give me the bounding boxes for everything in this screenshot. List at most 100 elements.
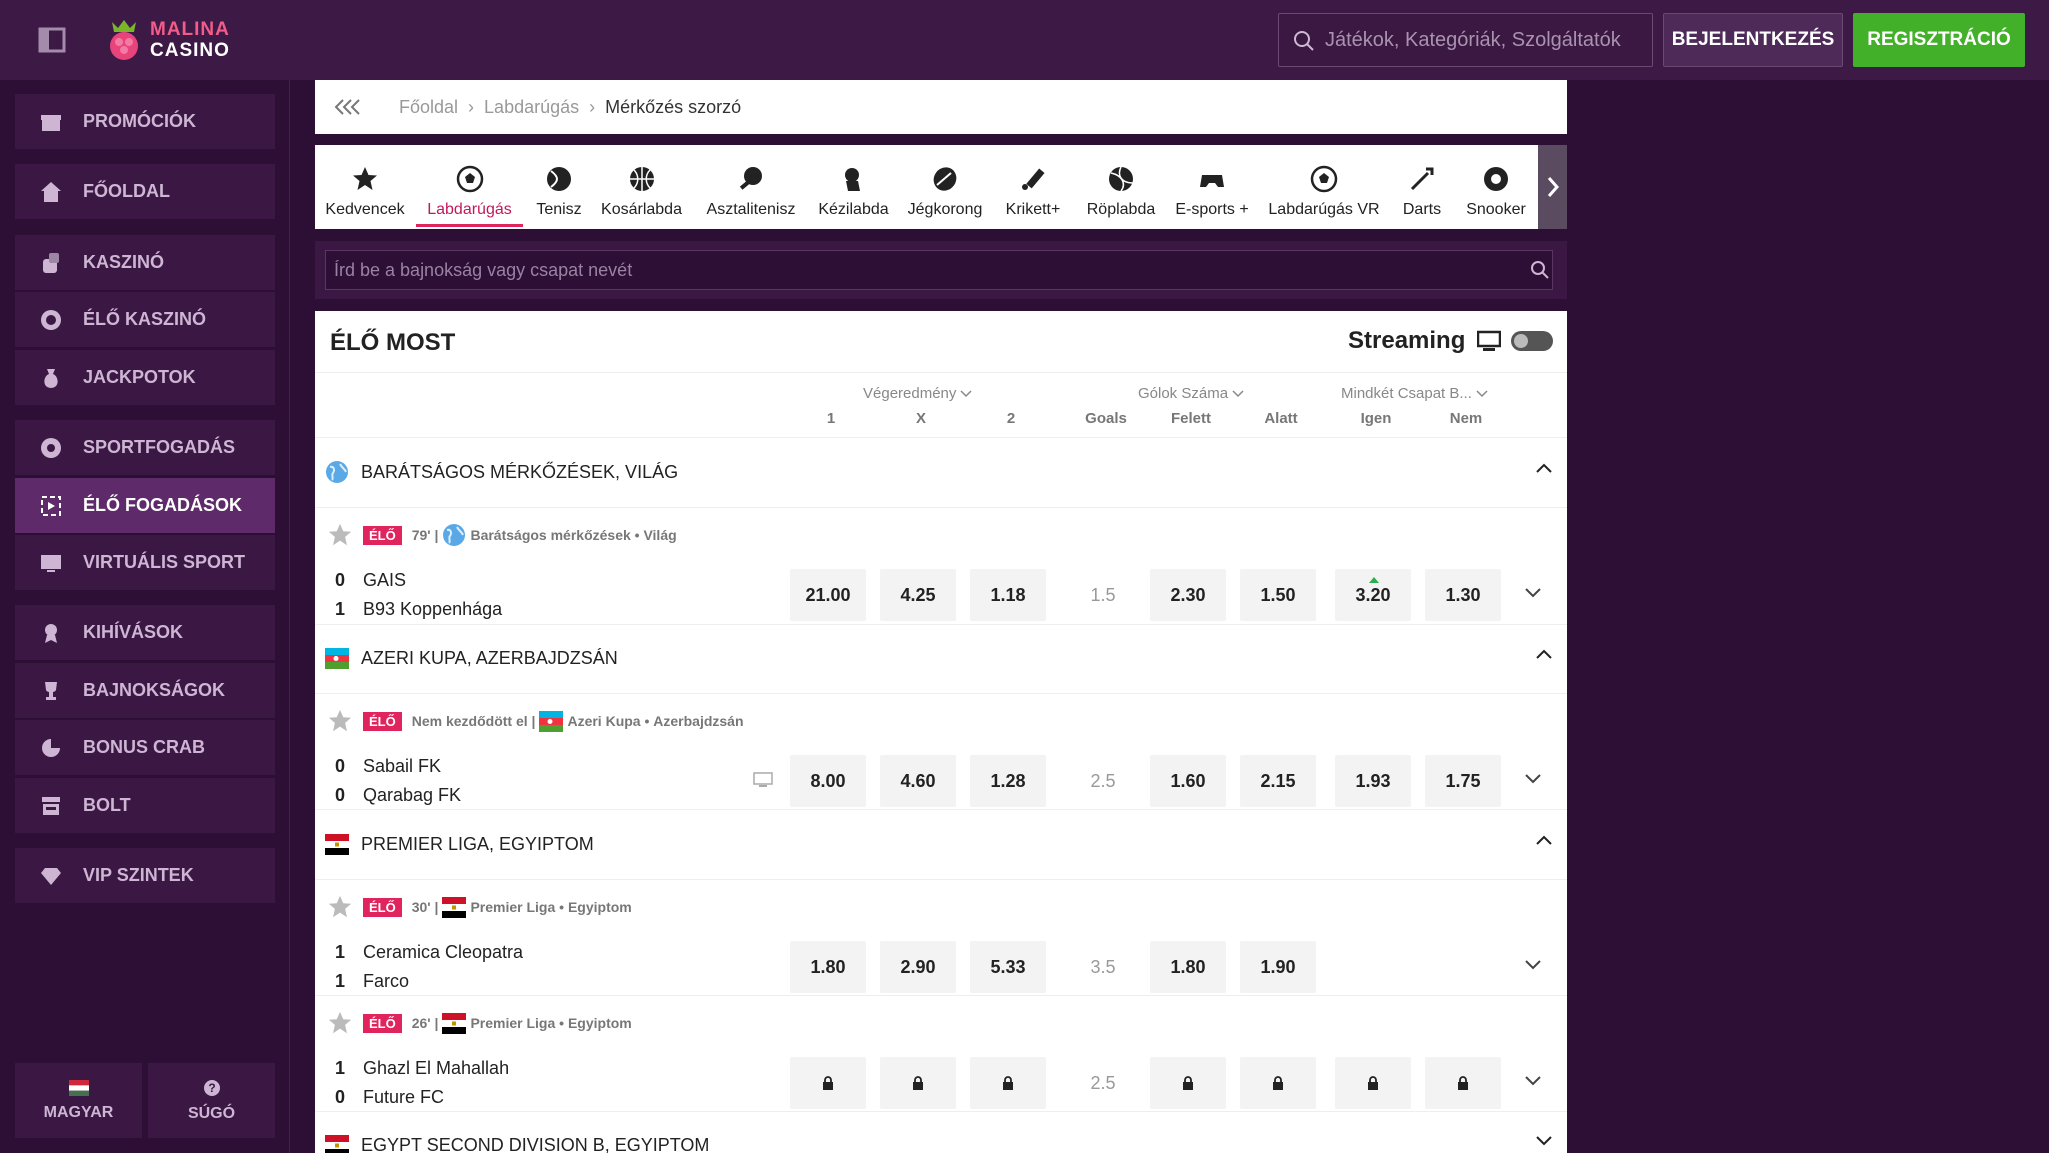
ball-icon: [39, 436, 63, 460]
odd-under[interactable]: 1.90: [1240, 941, 1316, 993]
expand-match-chevron-icon[interactable]: [1525, 774, 1541, 784]
market-result-select[interactable]: Végeredmény: [863, 385, 972, 402]
chevron-up-icon[interactable]: [1536, 649, 1552, 659]
search-icon[interactable]: [1530, 260, 1550, 280]
breadcrumb-football[interactable]: Labdarúgás: [484, 97, 579, 118]
register-button[interactable]: REGISZTRÁCIÓ: [1853, 13, 2025, 67]
odd-home[interactable]: 21.00: [790, 569, 866, 621]
expand-match-chevron-icon[interactable]: [1525, 960, 1541, 970]
league-header[interactable]: AZERI KUPA, AZERBAJDZSÁN: [315, 625, 1567, 691]
tab-football-vr[interactable]: Labdarúgás VR: [1267, 145, 1381, 229]
odd-under[interactable]: 1.50: [1240, 569, 1316, 621]
sports-scroll-right-icon[interactable]: [1538, 145, 1567, 229]
chevron-up-icon[interactable]: [1536, 463, 1552, 473]
sidebar-item-live-casino[interactable]: ÉLŐ KASZINÓ: [15, 292, 275, 347]
home-team[interactable]: 0 GAIS: [335, 570, 406, 591]
tab-hockey[interactable]: Jégkorong: [906, 145, 984, 229]
home-team[interactable]: 1 Ghazl El Mahallah: [335, 1058, 509, 1079]
sidebar-item-jackpots[interactable]: JACKPOTOK: [15, 350, 275, 405]
odd-over[interactable]: 1.80: [1150, 941, 1226, 993]
odd-away[interactable]: 1.18: [970, 569, 1046, 621]
login-button[interactable]: BEJELENTKEZÉS: [1663, 13, 1843, 67]
sidebar-item-vip-levels[interactable]: VIP SZINTEK: [15, 848, 275, 903]
sidebar-item-virtual-sports[interactable]: VIRTUÁLIS SPORT: [15, 535, 275, 590]
odd-no[interactable]: 1.30: [1425, 569, 1501, 621]
odd-away[interactable]: 5.33: [970, 941, 1046, 993]
crab-icon: [39, 736, 63, 760]
competition-name[interactable]: Azeri Kupa: [567, 713, 640, 729]
odd-yes[interactable]: 3.20: [1335, 569, 1411, 621]
tab-favorites[interactable]: Kedvencek: [325, 145, 405, 229]
divider: [315, 437, 1567, 438]
odd-away[interactable]: 1.28: [970, 755, 1046, 807]
away-team[interactable]: 0 Future FC: [335, 1087, 444, 1108]
sidebar-item-tournaments[interactable]: BAJNOKSÁGOK: [15, 663, 275, 718]
tennis-ball-icon: [545, 165, 573, 193]
tab-basketball[interactable]: Kosárlabda: [599, 145, 684, 229]
sidebar-item-challenges[interactable]: KIHÍVÁSOK: [15, 605, 275, 660]
tab-cricket[interactable]: Krikett+: [1001, 145, 1065, 229]
competition-name[interactable]: Premier Liga: [470, 1015, 555, 1031]
competition-name[interactable]: Barátságos mérkőzések: [470, 527, 630, 543]
language-button[interactable]: MAGYAR: [15, 1063, 142, 1138]
league-header[interactable]: PREMIER LIGA, EGYIPTOM: [315, 811, 1567, 877]
home-team[interactable]: 1 Ceramica Cleopatra: [335, 942, 523, 963]
tab-snooker[interactable]: Snooker: [1464, 145, 1528, 229]
odd-under[interactable]: 2.15: [1240, 755, 1316, 807]
sidebar-item-live-betting[interactable]: ÉLŐ FOGADÁSOK: [15, 478, 275, 533]
competition-name[interactable]: Premier Liga: [470, 899, 555, 915]
odd-draw[interactable]: 2.90: [880, 941, 956, 993]
tab-handball[interactable]: Kézilabda: [817, 145, 890, 229]
market-btts-select[interactable]: Mindkét Csapat B...: [1341, 385, 1488, 402]
tab-football[interactable]: Labdarúgás: [416, 145, 523, 229]
sidebar-item-home[interactable]: FŐOLDAL: [15, 164, 275, 219]
away-team[interactable]: 0 Qarabag FK: [335, 785, 461, 806]
favorite-star-icon[interactable]: [327, 894, 353, 920]
odd-draw[interactable]: 4.60: [880, 755, 956, 807]
breadcrumb-home[interactable]: Főoldal: [399, 97, 458, 118]
home-team[interactable]: 0 Sabail FK: [335, 756, 441, 777]
global-search[interactable]: [1278, 13, 1653, 67]
tab-table-tennis[interactable]: Asztalitenisz: [703, 145, 799, 229]
sidebar-item-promotions[interactable]: PROMÓCIÓK: [15, 94, 275, 149]
azerbaijan-flag-icon: [539, 709, 564, 733]
live-badge: ÉLŐ: [363, 525, 402, 545]
league-name: PREMIER LIGA, EGYIPTOM: [361, 833, 594, 854]
favorite-star-icon[interactable]: [327, 708, 353, 734]
col-over: Felett: [1170, 410, 1211, 427]
search-input[interactable]: [1325, 14, 1645, 66]
sidebar-item-shop[interactable]: BOLT: [15, 778, 275, 833]
stream-tv-icon[interactable]: [753, 772, 773, 788]
tab-darts[interactable]: Darts: [1396, 145, 1448, 229]
sidebar-item-casino[interactable]: KASZINÓ: [15, 235, 275, 290]
sidebar-item-bonus-crab[interactable]: BONUS CRAB: [15, 720, 275, 775]
sidebar-toggle-icon[interactable]: [38, 27, 66, 53]
help-button[interactable]: ? SÚGÓ: [148, 1063, 275, 1138]
league-header[interactable]: BARÁTSÁGOS MÉRKŐZÉSEK, VILÁG: [315, 439, 1567, 505]
away-team[interactable]: 1 Farco: [335, 971, 409, 992]
favorite-star-icon[interactable]: [327, 522, 353, 548]
chevron-down-icon[interactable]: [1536, 1136, 1552, 1146]
odd-no[interactable]: 1.75: [1425, 755, 1501, 807]
odd-home[interactable]: 8.00: [790, 755, 866, 807]
tab-esports[interactable]: E-sports +: [1173, 145, 1251, 229]
locked-odd-over: [1150, 1057, 1226, 1109]
streaming-toggle[interactable]: [1511, 331, 1554, 351]
odd-draw[interactable]: 4.25: [880, 569, 956, 621]
tab-volleyball[interactable]: Röplabda: [1084, 145, 1158, 229]
odd-yes[interactable]: 1.93: [1335, 755, 1411, 807]
odd-over[interactable]: 2.30: [1150, 569, 1226, 621]
odd-over[interactable]: 1.60: [1150, 755, 1226, 807]
away-team[interactable]: 1 B93 Koppenhága: [335, 599, 502, 620]
expand-match-chevron-icon[interactable]: [1525, 588, 1541, 598]
odd-home[interactable]: 1.80: [790, 941, 866, 993]
league-search-input[interactable]: [325, 250, 1553, 290]
chevron-up-icon[interactable]: [1536, 835, 1552, 845]
league-header[interactable]: EGYPT SECOND DIVISION B, EGYIPTOM: [315, 1112, 1567, 1153]
sidebar-item-sports-betting[interactable]: SPORTFOGADÁS: [15, 420, 275, 475]
expand-match-chevron-icon[interactable]: [1525, 1076, 1541, 1086]
market-goals-select[interactable]: Gólok Száma: [1138, 385, 1244, 402]
favorite-star-icon[interactable]: [327, 1010, 353, 1036]
tab-tennis[interactable]: Tenisz: [532, 145, 586, 229]
collapse-back-icon[interactable]: [333, 97, 363, 117]
